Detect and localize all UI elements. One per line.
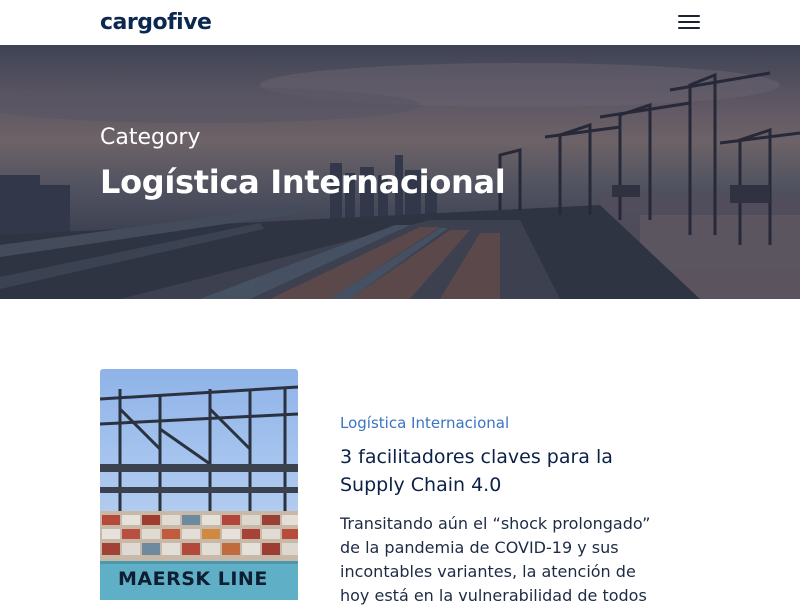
post-thumbnail[interactable]: MAERSK LINE	[100, 369, 298, 600]
post-category-link[interactable]: Logística Internacional	[340, 412, 509, 434]
hero-banner: Category Logística Internacional	[0, 45, 800, 299]
page-title: Logística Internacional	[100, 163, 506, 201]
cargofive-logo[interactable]: cargofive	[100, 8, 212, 38]
site-header: cargofive	[0, 0, 800, 45]
post-title-link[interactable]: 3 facilitadores claves para la Supply Ch…	[340, 443, 640, 499]
hamburger-menu-icon	[678, 15, 700, 17]
ship-hull-text: MAERSK LINE	[118, 568, 268, 590]
category-label: Category	[100, 125, 201, 150]
menu-button[interactable]	[676, 13, 702, 33]
post-excerpt: Transitando aún el “shock prolongado” de…	[340, 514, 651, 605]
container-ship-image	[100, 385, 298, 600]
